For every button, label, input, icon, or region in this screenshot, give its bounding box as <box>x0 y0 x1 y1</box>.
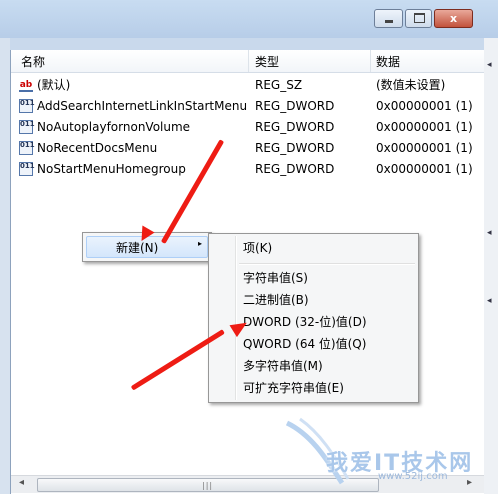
list-row[interactable]: 011 NoRecentDocsMenu REG_DWORD 0x0000000… <box>11 138 485 159</box>
menu-gutter <box>235 236 237 400</box>
minimize-icon <box>385 20 393 23</box>
column-header-name[interactable]: 名称 <box>11 50 249 72</box>
submenu-arrow-icon: ▸ <box>198 239 203 248</box>
scroll-left-icon[interactable]: ◂ <box>19 477 24 488</box>
value-type: REG_DWORD <box>255 162 335 176</box>
value-name: AddSearchInternetLinkInStartMenu <box>37 99 248 113</box>
tree-pane-edge <box>0 38 10 494</box>
column-header-type[interactable]: 类型 <box>249 50 371 72</box>
close-button[interactable]: x <box>434 9 473 28</box>
menu-item-binary-value[interactable]: 二进制值(B) <box>243 290 309 310</box>
binary-value-icon: 011 <box>19 162 35 176</box>
value-data: 0x00000001 (1) <box>376 120 473 134</box>
column-header-data[interactable]: 数据 <box>371 50 485 72</box>
value-type: REG_DWORD <box>255 141 335 155</box>
menu-item-new-label: 新建(N) <box>116 241 159 255</box>
value-name: NoStartMenuHomegroup <box>37 162 186 176</box>
pane-arrow-icon: ◂ <box>487 296 492 306</box>
minimize-button[interactable] <box>374 9 403 28</box>
value-data: 0x00000001 (1) <box>376 99 473 113</box>
value-type: REG_DWORD <box>255 99 335 113</box>
maximize-icon <box>414 13 425 23</box>
watermark: 我爱IT技术网 www.52ij.com <box>282 415 488 485</box>
menu-item-string-value[interactable]: 字符串值(S) <box>243 268 308 288</box>
pane-arrow-icon: ◂ <box>487 228 492 238</box>
list-row[interactable]: 011 AddSearchInternetLinkInStartMenu REG… <box>11 96 485 117</box>
value-type: REG_DWORD <box>255 120 335 134</box>
close-icon: x <box>449 12 458 25</box>
menu-item-qword-value[interactable]: QWORD (64 位)值(Q) <box>243 334 366 354</box>
value-name: NoAutoplayfornonVolume <box>37 120 191 134</box>
binary-value-icon: 011 <box>19 99 35 113</box>
list-row[interactable]: 011 NoStartMenuHomegroup REG_DWORD 0x000… <box>11 159 485 180</box>
value-type: REG_SZ <box>255 78 303 92</box>
menu-item-key[interactable]: 项(K) <box>243 238 272 258</box>
string-value-icon: ab <box>19 80 33 92</box>
menu-item-multi-string-value[interactable]: 多字符串值(M) <box>243 356 323 376</box>
menu-separator <box>239 263 415 265</box>
maximize-button[interactable] <box>405 9 432 28</box>
menu-item-dword-value[interactable]: DWORD (32-位)值(D) <box>243 312 367 332</box>
list-row[interactable]: ab (默认) REG_SZ (数值未设置) <box>11 75 485 96</box>
window-titlebar: x <box>0 0 498 38</box>
value-data: (数值未设置) <box>376 78 446 92</box>
value-name: NoRecentDocsMenu <box>37 141 158 155</box>
value-data: 0x00000001 (1) <box>376 162 473 176</box>
value-name: (默认) <box>37 78 71 92</box>
binary-value-icon: 011 <box>19 120 35 134</box>
list-row[interactable]: 011 NoAutoplayfornonVolume REG_DWORD 0x0… <box>11 117 485 138</box>
list-header: 名称 类型 数据 <box>11 50 485 73</box>
menu-item-expandable-string-value[interactable]: 可扩充字符串值(E) <box>243 378 344 398</box>
pane-arrow-icon: ◂ <box>487 60 492 70</box>
binary-value-icon: 011 <box>19 141 35 155</box>
watermark-url: www.52ij.com <box>378 471 448 482</box>
grip-icon: ||| <box>202 481 214 490</box>
value-data: 0x00000001 (1) <box>376 141 473 155</box>
